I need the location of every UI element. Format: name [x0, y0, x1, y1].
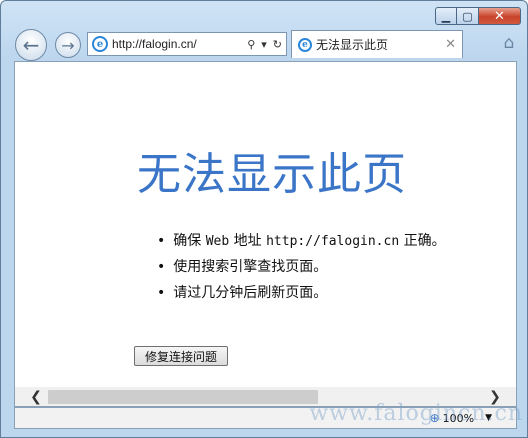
tab-close-icon[interactable]: ✕ [445, 37, 462, 52]
back-arrow-icon: ← [22, 33, 40, 57]
dropdown-icon[interactable]: ▾ [261, 38, 267, 51]
home-icon: ⌂ [503, 33, 515, 53]
minimize-button[interactable]: ▁ [435, 7, 457, 25]
search-icon[interactable]: ⚲ [247, 38, 255, 51]
home-button[interactable]: ⌂ [499, 33, 519, 53]
address-url[interactable]: http://falogin.cn/ [112, 37, 247, 51]
maximize-button[interactable]: ▢ [457, 7, 479, 25]
ie-logo-icon: e [92, 36, 108, 52]
refresh-icon[interactable]: ↻ [273, 38, 282, 51]
navigation-bar: ← → e http://falogin.cn/ ⚲ ▾ ↻ e 无法显示此页 … [1, 27, 527, 61]
list-item: 使用搜索引擎查找页面。 [157, 254, 446, 280]
suggestion-list: 确保 Web 地址 http://falogin.cn 正确。 使用搜索引擎查找… [157, 228, 446, 306]
scroll-thumb[interactable] [48, 390, 318, 404]
address-bar[interactable]: e http://falogin.cn/ ⚲ ▾ ↻ [87, 32, 287, 56]
page-title: 无法显示此页 [137, 149, 407, 200]
close-button[interactable]: ✕ [479, 7, 521, 25]
back-button[interactable]: ← [15, 29, 47, 61]
browser-window: ▁ ▢ ✕ ← → e http://falogin.cn/ ⚲ ▾ ↻ e 无… [0, 0, 528, 438]
tab-current[interactable]: e 无法显示此页 ✕ [291, 30, 463, 58]
scroll-left-icon[interactable]: ❮ [27, 388, 45, 406]
tab-ie-icon: e [298, 37, 312, 52]
list-item: 确保 Web 地址 http://falogin.cn 正确。 [157, 228, 445, 254]
window-controls: ▁ ▢ ✕ [435, 7, 521, 25]
forward-arrow-icon: → [61, 35, 75, 55]
fix-connection-button[interactable]: 修复连接问题 [134, 346, 228, 366]
tab-label: 无法显示此页 [316, 38, 389, 52]
forward-button[interactable]: → [55, 32, 81, 58]
list-item: 请过几分钟后刷新页面。 [157, 280, 446, 306]
page-content: 无法显示此页 确保 Web 地址 http://falogin.cn 正确。 使… [14, 61, 517, 387]
watermark: www.falogincn.cn [309, 401, 523, 426]
